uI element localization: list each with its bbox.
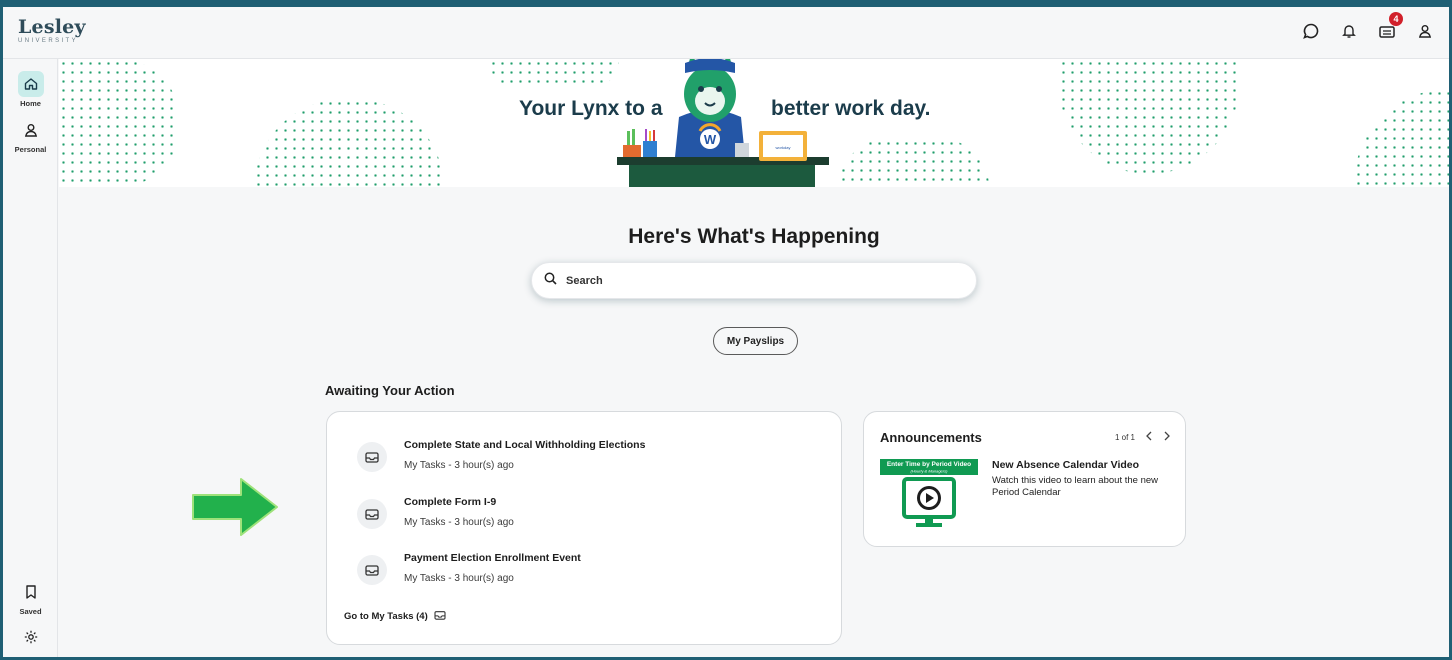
my-payslips-button[interactable]: My Payslips xyxy=(713,327,798,355)
task-title[interactable]: Complete State and Local Withholding Ele… xyxy=(404,439,645,451)
announcements-title: Announcements xyxy=(880,430,982,445)
main-content: Here's What's Happening My Payslips Awai… xyxy=(59,187,1449,657)
rail-label-personal: Personal xyxy=(14,145,47,154)
task-title[interactable]: Complete Form I-9 xyxy=(404,496,496,508)
rail-item-saved[interactable]: Saved xyxy=(3,579,58,616)
left-rail: Home Personal Saved xyxy=(3,59,58,657)
gear-icon xyxy=(18,624,44,650)
task-meta: My Tasks - 3 hour(s) ago xyxy=(404,573,514,584)
green-arrow-pointer xyxy=(192,478,278,536)
search-input[interactable] xyxy=(566,274,946,287)
inbox-tray-icon xyxy=(357,442,387,472)
user-icon[interactable] xyxy=(1415,21,1435,41)
chat-icon[interactable] xyxy=(1301,21,1321,41)
bell-icon[interactable] xyxy=(1339,21,1359,41)
thumb-title: Enter Time by Period Video xyxy=(887,461,971,468)
top-bar: Lesley UNIVERSITY 4 xyxy=(3,7,1449,59)
inbox-tray-icon xyxy=(357,555,387,585)
search-bar[interactable] xyxy=(531,262,977,299)
top-icons: 4 xyxy=(1301,12,1435,41)
task-title[interactable]: Payment Election Enrollment Event xyxy=(404,552,581,564)
dot-pattern xyxy=(489,59,619,89)
inbox-icon[interactable]: 4 xyxy=(1377,12,1403,41)
task-item[interactable]: Complete State and Local Withholding Ele… xyxy=(357,439,827,482)
goto-label: Go to My Tasks (4) xyxy=(344,611,428,622)
inbox-tray-icon xyxy=(434,610,446,623)
logo-subtitle: UNIVERSITY xyxy=(18,38,79,44)
dot-pattern xyxy=(1354,89,1449,187)
rail-label-home: Home xyxy=(20,99,41,108)
search-icon xyxy=(544,272,557,290)
home-icon xyxy=(17,71,44,97)
dot-pattern xyxy=(254,99,444,187)
announcement-thumbnail[interactable]: Enter Time by Period Video (Hourly & Man… xyxy=(880,459,978,529)
page-headline: Here's What's Happening xyxy=(628,225,880,248)
rail-item-personal[interactable]: Personal xyxy=(3,117,58,154)
announcements-pager: 1 of 1 xyxy=(1115,431,1171,443)
go-to-my-tasks-link[interactable]: Go to My Tasks (4) xyxy=(344,610,446,623)
chevron-left-icon[interactable] xyxy=(1145,431,1153,443)
task-item[interactable]: Payment Election Enrollment Event My Tas… xyxy=(357,552,827,595)
rail-item-home[interactable]: Home xyxy=(3,71,58,108)
logo-name: Lesley xyxy=(18,16,86,38)
laptop-text: workday xyxy=(776,145,791,150)
task-meta: My Tasks - 3 hour(s) ago xyxy=(404,517,514,528)
lynx-mascot-illustration: W workday xyxy=(617,59,829,187)
announcement-title[interactable]: New Absence Calendar Video xyxy=(992,459,1139,471)
announcements-card: Announcements 1 of 1 Enter Time by Perio… xyxy=(863,411,1186,547)
rail-item-settings[interactable] xyxy=(3,624,58,650)
person-icon xyxy=(18,117,44,143)
inbox-tray-icon xyxy=(357,499,387,529)
task-item[interactable]: Complete Form I-9 My Tasks - 3 hour(s) a… xyxy=(357,496,827,539)
lesley-logo[interactable]: Lesley UNIVERSITY xyxy=(18,16,86,45)
chevron-right-icon[interactable] xyxy=(1163,431,1171,443)
awaiting-action-title: Awaiting Your Action xyxy=(325,383,455,398)
shirt-letter: W xyxy=(704,132,717,147)
dot-pattern xyxy=(1059,59,1239,174)
app-frame: Lesley UNIVERSITY 4 Home Personal Saved … xyxy=(0,0,1452,660)
task-meta: My Tasks - 3 hour(s) ago xyxy=(404,460,514,471)
announcement-body: Watch this video to learn about the new … xyxy=(992,475,1158,498)
dot-pattern xyxy=(839,139,989,187)
hero-banner: Your Lynx to a better work day. W workda… xyxy=(59,59,1449,187)
thumb-subtitle: (Hourly & Managers) xyxy=(911,469,949,474)
inbox-badge: 4 xyxy=(1389,12,1403,26)
awaiting-action-card: Complete State and Local Withholding Ele… xyxy=(326,411,842,645)
pager-count: 1 of 1 xyxy=(1114,432,1135,442)
bookmark-icon xyxy=(18,579,44,605)
dot-pattern xyxy=(59,59,179,187)
rail-label-saved: Saved xyxy=(19,607,42,616)
